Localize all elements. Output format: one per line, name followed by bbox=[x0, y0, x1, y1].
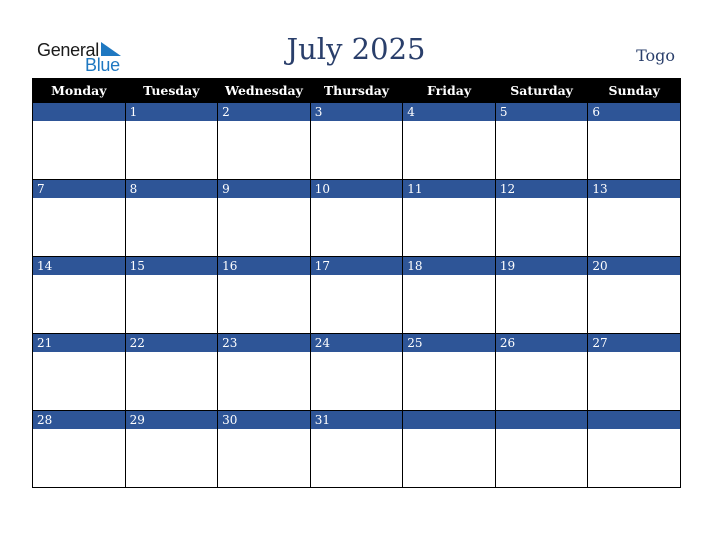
day-cell: 7 bbox=[32, 179, 126, 257]
day-number: 19 bbox=[495, 257, 588, 275]
weekday-header: Tuesday bbox=[124, 78, 219, 103]
weekday-header: Saturday bbox=[494, 78, 589, 103]
day-cell: 18 bbox=[402, 256, 496, 334]
day-cell: 31 bbox=[309, 410, 404, 488]
day-number: 16 bbox=[218, 257, 310, 275]
day-cell: 17 bbox=[309, 256, 404, 334]
day-cell: 26 bbox=[494, 333, 589, 411]
day-cell: 22 bbox=[124, 333, 219, 411]
day-number: 30 bbox=[218, 411, 310, 429]
weekday-header: Sunday bbox=[587, 78, 681, 103]
day-number: 6 bbox=[588, 103, 680, 121]
weekday-header: Friday bbox=[402, 78, 496, 103]
week-row: 14 15 16 17 18 19 20 bbox=[32, 256, 681, 334]
day-cell: 1 bbox=[124, 102, 219, 180]
day-number: 28 bbox=[33, 411, 125, 429]
day-number: 29 bbox=[125, 411, 218, 429]
day-cell: 28 bbox=[32, 410, 126, 488]
country-label: Togo bbox=[636, 46, 675, 65]
day-number: 21 bbox=[33, 334, 125, 352]
day-cell: 13 bbox=[587, 179, 681, 257]
day-cell: 25 bbox=[402, 333, 496, 411]
day-number bbox=[403, 411, 495, 429]
week-row: 123456 bbox=[32, 102, 681, 180]
day-number: 24 bbox=[310, 334, 403, 352]
day-number: 15 bbox=[125, 257, 218, 275]
day-number: 10 bbox=[310, 180, 403, 198]
day-number: 9 bbox=[218, 180, 310, 198]
day-cell: 15 bbox=[124, 256, 219, 334]
day-number: 22 bbox=[125, 334, 218, 352]
day-number bbox=[495, 411, 588, 429]
day-cell bbox=[587, 410, 681, 488]
day-cell: 20 bbox=[587, 256, 681, 334]
day-number: 25 bbox=[403, 334, 495, 352]
calendar-grid: Monday Tuesday Wednesday Thursday Friday… bbox=[32, 78, 681, 488]
calendar-title: July 2025 bbox=[286, 32, 426, 66]
day-cell: 4 bbox=[402, 102, 496, 180]
week-row: 21 22 23 24 25 26 27 bbox=[32, 333, 681, 411]
day-number: 8 bbox=[125, 180, 218, 198]
day-number: 7 bbox=[33, 180, 125, 198]
day-number bbox=[33, 103, 125, 121]
day-number bbox=[588, 411, 680, 429]
day-cell: 3 bbox=[309, 102, 404, 180]
day-cell: 23 bbox=[217, 333, 311, 411]
day-number: 3 bbox=[310, 103, 403, 121]
day-cell: 19 bbox=[494, 256, 589, 334]
day-number: 14 bbox=[33, 257, 125, 275]
day-cell: 14 bbox=[32, 256, 126, 334]
day-number: 27 bbox=[588, 334, 680, 352]
day-number: 13 bbox=[588, 180, 680, 198]
day-cell bbox=[402, 410, 496, 488]
day-number: 5 bbox=[495, 103, 588, 121]
day-cell: 27 bbox=[587, 333, 681, 411]
day-cell: 9 bbox=[217, 179, 311, 257]
week-row: 28 29 30 31 bbox=[32, 410, 681, 488]
day-number: 31 bbox=[310, 411, 403, 429]
day-cell: 16 bbox=[217, 256, 311, 334]
day-number: 2 bbox=[218, 103, 310, 121]
day-number: 11 bbox=[403, 180, 495, 198]
day-number: 20 bbox=[588, 257, 680, 275]
day-number: 1 bbox=[125, 103, 218, 121]
day-number: 12 bbox=[495, 180, 588, 198]
day-number: 26 bbox=[495, 334, 588, 352]
week-row: 7 8 9 10 11 12 13 bbox=[32, 179, 681, 257]
day-cell: 12 bbox=[494, 179, 589, 257]
day-cell: 8 bbox=[124, 179, 219, 257]
day-cell: 11 bbox=[402, 179, 496, 257]
day-cell bbox=[494, 410, 589, 488]
day-cell: 6 bbox=[587, 102, 681, 180]
day-cell: 10 bbox=[309, 179, 404, 257]
day-cell: 30 bbox=[217, 410, 311, 488]
day-cell: 5 bbox=[494, 102, 589, 180]
weekday-header: Thursday bbox=[309, 78, 404, 103]
day-cell: 24 bbox=[309, 333, 404, 411]
day-cell: 2 bbox=[217, 102, 311, 180]
day-cell: 29 bbox=[124, 410, 219, 488]
day-number: 18 bbox=[403, 257, 495, 275]
weekday-header: Monday bbox=[32, 78, 126, 103]
day-number: 23 bbox=[218, 334, 310, 352]
day-number: 4 bbox=[403, 103, 495, 121]
day-number: 17 bbox=[310, 257, 403, 275]
weekday-header-row: Monday Tuesday Wednesday Thursday Friday… bbox=[32, 78, 681, 103]
day-cell bbox=[32, 102, 126, 180]
weekday-header: Wednesday bbox=[217, 78, 311, 103]
day-cell: 21 bbox=[32, 333, 126, 411]
